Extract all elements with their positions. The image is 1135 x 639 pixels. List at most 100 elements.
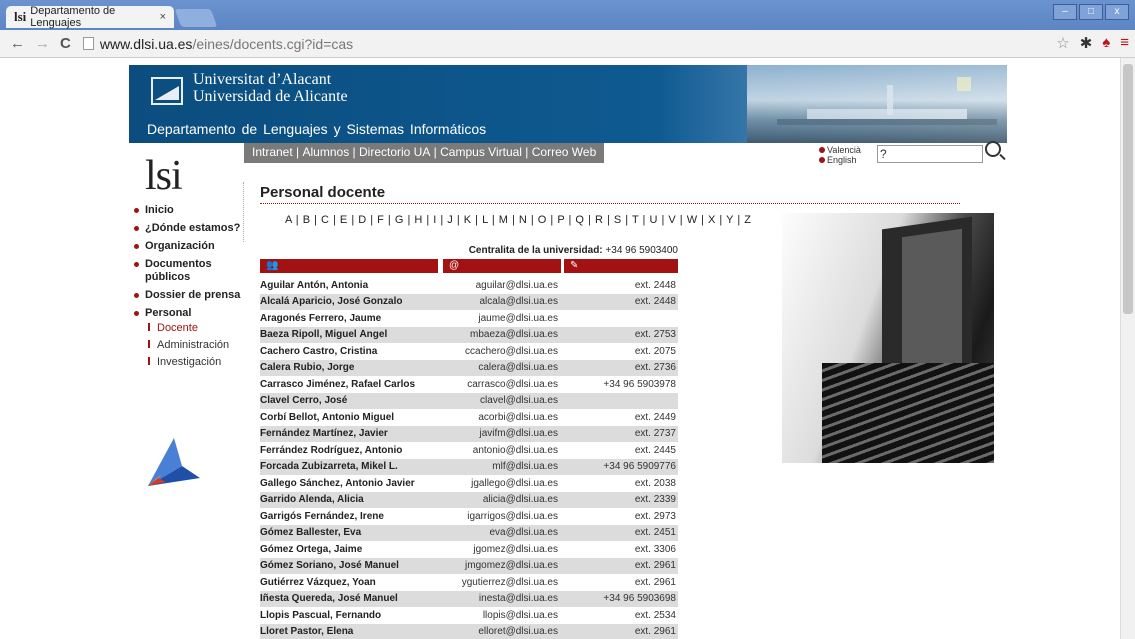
bullet-icon bbox=[134, 293, 139, 298]
staff-name[interactable]: Cachero Castro, Cristina bbox=[260, 346, 430, 357]
star-icon[interactable]: ☆ bbox=[1056, 34, 1069, 52]
staff-email[interactable]: eva@dlsi.ua.es bbox=[430, 527, 558, 538]
new-tab-button[interactable] bbox=[174, 9, 218, 27]
browser-tab[interactable]: lsi Departamento de Lenguajes × bbox=[6, 5, 174, 29]
staff-name[interactable]: Calera Rubio, Jorge bbox=[260, 362, 430, 373]
nav-correo-web[interactable]: Correo Web bbox=[532, 143, 596, 163]
staff-name[interactable]: Gallego Sánchez, Antonio Javier bbox=[260, 478, 430, 489]
menu-icon[interactable]: ≡ bbox=[1120, 34, 1129, 52]
page-title: Personal docente bbox=[260, 184, 386, 201]
staff-name[interactable]: Iñesta Quereda, José Manuel bbox=[260, 593, 430, 604]
subnav-administracion[interactable]: Administración bbox=[148, 337, 244, 354]
staff-name[interactable]: Garrido Alenda, Alicia bbox=[260, 494, 430, 505]
sidebar-item-organizacion[interactable]: Organización bbox=[134, 240, 244, 253]
staff-email[interactable]: inesta@dlsi.ua.es bbox=[430, 593, 558, 604]
staff-phone: ext. 2961 bbox=[634, 560, 676, 572]
staff-name[interactable]: Gómez Ballester, Eva bbox=[260, 527, 430, 538]
staff-email[interactable]: mbaeza@dlsi.ua.es bbox=[430, 329, 558, 340]
staff-name[interactable]: Fernández Martínez, Javier bbox=[260, 428, 430, 439]
search-icon[interactable] bbox=[985, 141, 1001, 157]
lang-valencia[interactable]: Valencià bbox=[827, 145, 861, 155]
staff-email[interactable]: elloret@dlsi.ua.es bbox=[430, 626, 558, 637]
staff-email[interactable]: acorbi@dlsi.ua.es bbox=[430, 412, 558, 423]
dlsi-emblem-icon bbox=[148, 438, 200, 486]
scrollbar[interactable] bbox=[1120, 58, 1135, 639]
staff-email[interactable]: llopis@dlsi.ua.es bbox=[430, 610, 558, 621]
staff-name[interactable]: Alcalá Aparicio, José Gonzalo bbox=[260, 296, 430, 307]
scrollbar-thumb[interactable] bbox=[1123, 64, 1133, 314]
staff-name[interactable]: Llopis Pascual, Fernando bbox=[260, 610, 430, 621]
staff-email[interactable]: igarrigos@dlsi.ua.es bbox=[430, 511, 558, 522]
address-bar[interactable]: www.dlsi.ua.es/eines/docents.cgi?id=cas bbox=[82, 33, 1073, 55]
subnav-investigacion[interactable]: Investigación bbox=[148, 354, 244, 371]
staff-name[interactable]: Gómez Soriano, José Manuel bbox=[260, 560, 430, 571]
staff-email[interactable]: alcala@dlsi.ua.es bbox=[430, 296, 558, 307]
lsi-logo[interactable]: lsi bbox=[145, 152, 183, 200]
staff-name[interactable]: Garrigós Fernández, Irene bbox=[260, 511, 430, 522]
sidebar-item-donde-estamos[interactable]: ¿Dónde estamos? bbox=[134, 222, 244, 235]
staff-email[interactable]: mlf@dlsi.ua.es bbox=[430, 461, 558, 472]
staff-name[interactable]: Lloret Pastor, Elena bbox=[260, 626, 430, 637]
staff-email[interactable]: antonio@dlsi.ua.es bbox=[430, 445, 558, 456]
staff-name[interactable]: Clavel Cerro, José bbox=[260, 395, 430, 406]
table-row: Forcada Zubizarreta, Mikel L. mlf@dlsi.ua… bbox=[260, 458, 678, 475]
search-input[interactable] bbox=[877, 145, 983, 163]
staff-phone: ext. 2448 bbox=[634, 279, 676, 291]
staff-name[interactable]: Corbí Bellot, Antonio Miguel bbox=[260, 412, 430, 423]
lang-english[interactable]: English bbox=[827, 155, 857, 165]
phone-icon-header: ✎ bbox=[564, 259, 678, 273]
minimize-button[interactable]: – bbox=[1053, 4, 1077, 20]
subnav-docente[interactable]: Docente bbox=[148, 320, 244, 337]
staff-name[interactable]: Aragonés Ferrero, Jaume bbox=[260, 313, 430, 324]
staff-name[interactable]: Ferrández Rodríguez, Antonio bbox=[260, 445, 430, 456]
staff-phone: ext. 2038 bbox=[634, 477, 676, 489]
staff-phone: ext. 2753 bbox=[634, 329, 676, 341]
table-row: Gómez Ortega, Jaime jgomez@dlsi.ua.es ext.… bbox=[260, 541, 678, 558]
staff-email[interactable]: carrasco@dlsi.ua.es bbox=[430, 379, 558, 390]
staff-email[interactable]: javifm@dlsi.ua.es bbox=[430, 428, 558, 439]
staff-email[interactable]: jgallego@dlsi.ua.es bbox=[430, 478, 558, 489]
staff-phone: ext. 2534 bbox=[634, 609, 676, 621]
nav-intranet[interactable]: Intranet bbox=[252, 143, 293, 163]
university-logo-icon[interactable] bbox=[151, 77, 183, 105]
staff-email[interactable]: aguilar@dlsi.ua.es bbox=[430, 280, 558, 291]
settings-icon[interactable]: ✱ bbox=[1080, 34, 1093, 52]
staff-email[interactable]: ccachero@dlsi.ua.es bbox=[430, 346, 558, 357]
close-tab-icon[interactable]: × bbox=[160, 11, 166, 23]
university-name[interactable]: Universitat d’Alacant Universidad de Ali… bbox=[193, 71, 348, 105]
staff-email[interactable]: alicia@dlsi.ua.es bbox=[430, 494, 558, 505]
bullet-icon bbox=[134, 311, 139, 316]
staff-name[interactable]: Gómez Ortega, Jaime bbox=[260, 544, 430, 555]
staff-email[interactable]: jgomez@dlsi.ua.es bbox=[430, 544, 558, 555]
reload-icon[interactable]: C bbox=[60, 35, 71, 52]
staff-email[interactable]: jmgomez@dlsi.ua.es bbox=[430, 560, 558, 571]
staff-name[interactable]: Gutiérrez Vázquez, Yoan bbox=[260, 577, 430, 588]
maximize-button[interactable]: □ bbox=[1079, 4, 1103, 20]
staff-name[interactable]: Aguilar Antón, Antonia bbox=[260, 280, 430, 291]
toolbar-icons: ☆ ✱ ♠ ≡ bbox=[1056, 34, 1129, 52]
staff-email[interactable]: calera@dlsi.ua.es bbox=[430, 362, 558, 373]
bullet-icon bbox=[134, 208, 139, 213]
staff-phone: ext. 2448 bbox=[634, 296, 676, 308]
sidebar-item-dossier[interactable]: Dossier de prensa bbox=[134, 289, 244, 302]
sidebar-item-personal[interactable]: Personal bbox=[134, 307, 244, 320]
staff-email[interactable]: clavel@dlsi.ua.es bbox=[430, 395, 558, 406]
back-icon[interactable]: ← bbox=[10, 35, 25, 52]
bullet-icon bbox=[819, 147, 825, 153]
staff-name[interactable]: Forcada Zubizarreta, Mikel L. bbox=[260, 461, 430, 472]
nav-alumnos[interactable]: Alumnos bbox=[303, 143, 350, 163]
staff-email[interactable]: ygutierrez@dlsi.ua.es bbox=[430, 577, 558, 588]
close-window-button[interactable]: x bbox=[1105, 4, 1129, 20]
sidebar-item-inicio[interactable]: Inicio bbox=[134, 204, 244, 217]
alphabet-index[interactable]: A | B | C | E | D | F | G | H | I | J | … bbox=[285, 214, 751, 226]
extension-icon[interactable]: ♠ bbox=[1102, 34, 1110, 52]
sidebar-item-documentos[interactable]: Documentos públicos bbox=[134, 258, 244, 284]
staff-name[interactable]: Carrasco Jiménez, Rafael Carlos bbox=[260, 379, 430, 390]
divider bbox=[243, 182, 244, 242]
forward-icon[interactable]: → bbox=[35, 35, 50, 52]
staff-name[interactable]: Baeza Ripoll, Miguel Ángel bbox=[260, 329, 430, 340]
nav-campus-virtual[interactable]: Campus Virtual bbox=[440, 143, 522, 163]
staff-email[interactable]: jaume@dlsi.ua.es bbox=[430, 313, 558, 324]
nav-directorio-ua[interactable]: Directorio UA bbox=[359, 143, 430, 163]
table-row: Carrasco Jiménez, Rafael Carlos carrasco@… bbox=[260, 376, 678, 393]
